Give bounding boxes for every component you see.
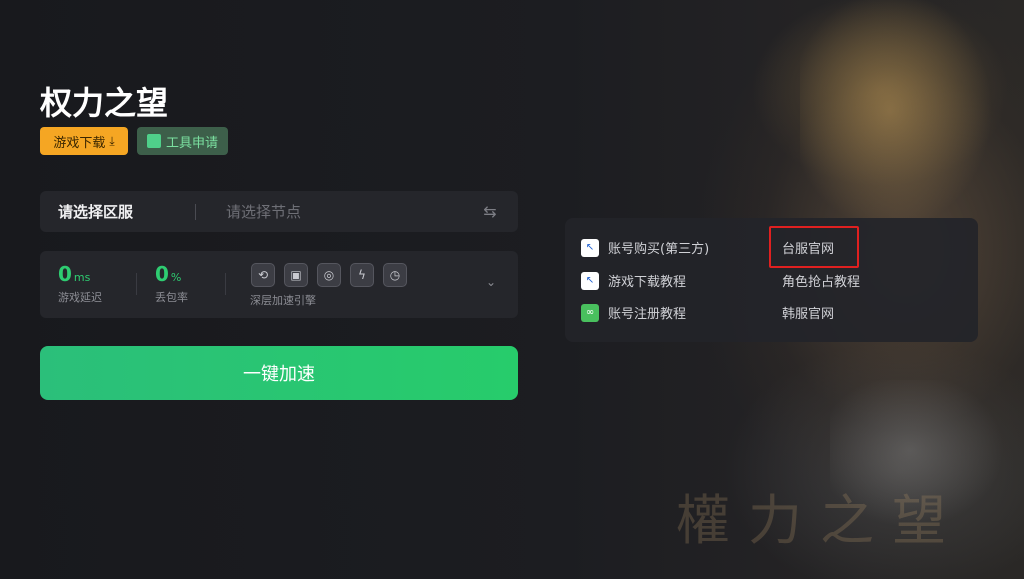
packet-loss-stat: 0% 丢包率 xyxy=(155,261,188,305)
tool-apply-label: 工具申请 xyxy=(165,135,218,151)
node-select[interactable]: 请选择节点 xyxy=(196,201,478,222)
highlight-annotation-box xyxy=(769,226,859,268)
tool-apply-button[interactable]: 工具申请 xyxy=(137,127,228,155)
screen-icon[interactable]: ▣ xyxy=(284,263,308,287)
circles-icon[interactable]: ◎ xyxy=(317,263,341,287)
latency-unit: ms xyxy=(73,271,91,284)
stat-divider xyxy=(136,273,137,295)
chain-link-icon: ∞ xyxy=(581,303,599,322)
game-title: 权力之望 xyxy=(40,84,169,122)
link-download-tutorial-label: 游戏下载教程 xyxy=(608,275,687,290)
chevron-down-icon[interactable]: ⌄ xyxy=(486,275,496,289)
accelerate-button[interactable]: 一键加速 xyxy=(40,346,518,400)
engine-icon-row: ⟲ ▣ ◎ ϟ ◷ xyxy=(251,263,407,287)
cursor-icon: ↖ xyxy=(581,238,599,257)
link-download-tutorial[interactable]: ↖ 游戏下载教程 xyxy=(581,271,686,290)
link-character-tutorial[interactable]: 角色抢占教程 xyxy=(782,271,860,290)
stat-divider xyxy=(225,273,226,295)
link-register-tutorial-label: 账号注册教程 xyxy=(608,307,687,322)
loss-value: 0 xyxy=(155,262,169,286)
latency-stat: 0 ms 游戏延迟 xyxy=(58,261,102,305)
lightning-icon[interactable]: ϟ xyxy=(350,263,374,287)
region-select[interactable]: 请选择区服 xyxy=(40,201,195,222)
link-buy-account-label: 账号购买(第三方) xyxy=(608,242,710,257)
link-kr-official[interactable]: 韩服官网 xyxy=(782,303,834,322)
game-logo-watermark: 權力之望 xyxy=(676,489,964,552)
loss-label: 丢包率 xyxy=(155,291,188,304)
loss-unit: % xyxy=(170,271,182,284)
link-buy-account[interactable]: ↖ 账号购买(第三方) xyxy=(581,238,709,257)
latency-label: 游戏延迟 xyxy=(58,291,102,304)
link-register-tutorial[interactable]: ∞ 账号注册教程 xyxy=(581,303,686,322)
cursor-icon: ↖ xyxy=(581,271,599,290)
download-icon: ⤓ xyxy=(109,133,115,148)
latency-value: 0 xyxy=(58,262,72,286)
timer-icon[interactable]: ◷ xyxy=(383,263,407,287)
server-selector-bar: 请选择区服 请选择节点 ⇆ xyxy=(40,191,518,232)
cube-icon xyxy=(146,134,161,148)
network-stats-panel: 0 ms 游戏延迟 0% 丢包率 ⟲ ▣ ◎ ϟ ◷ 深层加速引擎 ⌄ xyxy=(40,251,518,318)
engine-label: 深层加速引擎 xyxy=(250,294,316,307)
swap-icon[interactable]: ⇆ xyxy=(478,202,502,221)
game-download-button[interactable]: 游戏下载 ⤓ xyxy=(40,127,128,155)
link-icon[interactable]: ⟲ xyxy=(251,263,275,287)
game-download-label: 游戏下载 xyxy=(53,135,106,151)
